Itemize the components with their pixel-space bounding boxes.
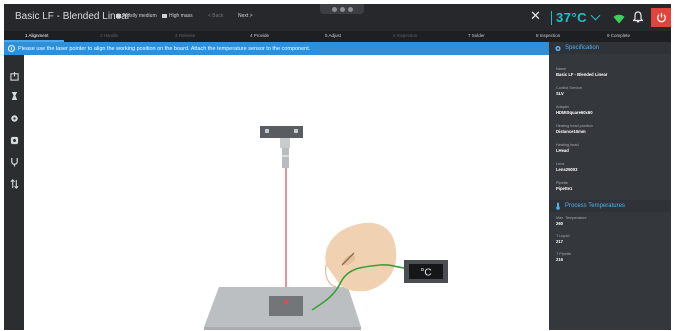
display-reading: °C	[420, 268, 431, 279]
field-label: Lens	[556, 162, 565, 166]
solder-iron-icon[interactable]	[9, 157, 19, 167]
spec-field: Heating head LHead	[556, 143, 579, 153]
info-icon	[8, 45, 15, 52]
field-label: Control Service	[556, 86, 582, 90]
process-temperatures-title: Process Temperatures	[565, 203, 625, 209]
laser-head	[260, 126, 303, 168]
bell-icon[interactable]	[632, 10, 644, 28]
step-handle[interactable]: 2 Handle	[100, 33, 118, 38]
step-inspection-pre[interactable]: 6 Inspection	[393, 33, 417, 38]
spec-field: Pipette Pipette1	[556, 181, 572, 191]
field-value: Basic LF - Blended Linear	[556, 72, 608, 77]
temperature-value: 37°C	[556, 10, 588, 25]
field-label: Max. Temperature	[556, 216, 587, 220]
info-panel: Specification Name Basic LF - Blended Li…	[549, 42, 671, 330]
laser-dot	[283, 299, 289, 305]
swap-arrows-icon[interactable]	[9, 179, 19, 189]
step-provide[interactable]: 4 Provide	[250, 33, 269, 38]
step-adjust[interactable]: 5 Adjust	[325, 33, 341, 38]
field-value: Distance10mm	[556, 129, 586, 134]
hand-holding-sensor	[324, 222, 397, 292]
process-temperatures-header: Process Temperatures	[549, 200, 671, 212]
scene-canvas[interactable]: °C	[24, 55, 549, 330]
field-label: T Pipette	[556, 252, 572, 256]
step-inspection[interactable]: 8 Inspection	[536, 33, 560, 38]
step-solder[interactable]: 7 Solder	[468, 33, 485, 38]
field-label: Adapter	[556, 105, 570, 109]
power-button[interactable]	[651, 8, 671, 27]
field-label: Heating head position	[556, 124, 593, 128]
specification-title: Specification	[565, 45, 600, 51]
spec-field: Name Basic LF - Blended Linear	[556, 67, 607, 77]
chevron-down-icon	[590, 10, 601, 21]
field-label: Pipette	[556, 181, 568, 185]
specification-header: Specification	[549, 42, 671, 54]
step-complete[interactable]: 9 Complete	[607, 33, 630, 38]
hand-icon[interactable]	[9, 91, 19, 101]
instruction-text: Please use the laser pointer to align th…	[18, 45, 311, 52]
process-steps: 1 Alignment 2 Handle 3 Release 4 Provide…	[4, 31, 671, 42]
chip-icon	[116, 14, 121, 18]
spec-field: Lens Lens25003	[556, 162, 577, 172]
title-bar: Basic LF - Blended Linear Mostly medium …	[4, 4, 671, 31]
temperature-field: T Liquid 217	[556, 234, 569, 244]
field-value: LHead	[556, 148, 569, 153]
board-icon[interactable]	[9, 71, 19, 81]
field-value: 217	[556, 239, 563, 244]
temperature-readout[interactable]: 37°C	[551, 8, 609, 27]
camera-notch	[320, 4, 364, 14]
profile-chip-mass[interactable]: High mass	[162, 13, 193, 19]
close-icon[interactable]: ✕	[530, 8, 541, 24]
field-label: Name	[556, 67, 567, 71]
app-window: Basic LF - Blended Linear Mostly medium …	[4, 4, 671, 330]
field-label: Heating head	[556, 143, 579, 147]
chip-icon	[162, 14, 167, 18]
next-button[interactable]: Next >	[238, 13, 253, 19]
wifi-icon[interactable]	[613, 11, 625, 29]
field-value: HDMISquare60x60	[556, 110, 593, 115]
spec-field: Heating head position Distance10mm	[556, 124, 593, 134]
field-value: Pipette1	[556, 186, 573, 191]
app-title: Basic LF - Blended Linear	[15, 11, 131, 22]
circuit-board	[204, 287, 361, 330]
field-value: 260	[556, 221, 563, 226]
temperature-field: T Pipette 216	[556, 252, 571, 262]
step-alignment[interactable]: 1 Alignment	[25, 33, 49, 38]
field-value: 216	[556, 257, 563, 262]
power-icon	[656, 12, 666, 23]
temperature-display: °C	[404, 260, 448, 283]
step-release[interactable]: 3 Release	[175, 33, 195, 38]
instruction-bar: Please use the laser pointer to align th…	[4, 42, 549, 55]
field-value: Lens25003	[556, 167, 578, 172]
thermometer-icon	[556, 202, 560, 210]
field-label: T Liquid	[556, 234, 570, 238]
gear-icon	[555, 45, 561, 51]
left-toolbar	[4, 55, 24, 330]
profile-chip-medium[interactable]: Mostly medium	[116, 13, 157, 19]
spec-field: Control Service SLV	[556, 86, 582, 96]
chip-label: Mostly medium	[123, 13, 157, 19]
temperature-field: Max. Temperature 260	[556, 216, 587, 226]
chip-label: High mass	[169, 13, 193, 19]
back-button[interactable]: < Back	[208, 13, 223, 19]
target-icon[interactable]	[9, 135, 19, 145]
temperature-divider	[551, 10, 552, 25]
field-value: SLV	[556, 91, 564, 96]
spec-field: Adapter HDMISquare60x60	[556, 105, 593, 115]
gear-icon[interactable]	[9, 113, 19, 123]
